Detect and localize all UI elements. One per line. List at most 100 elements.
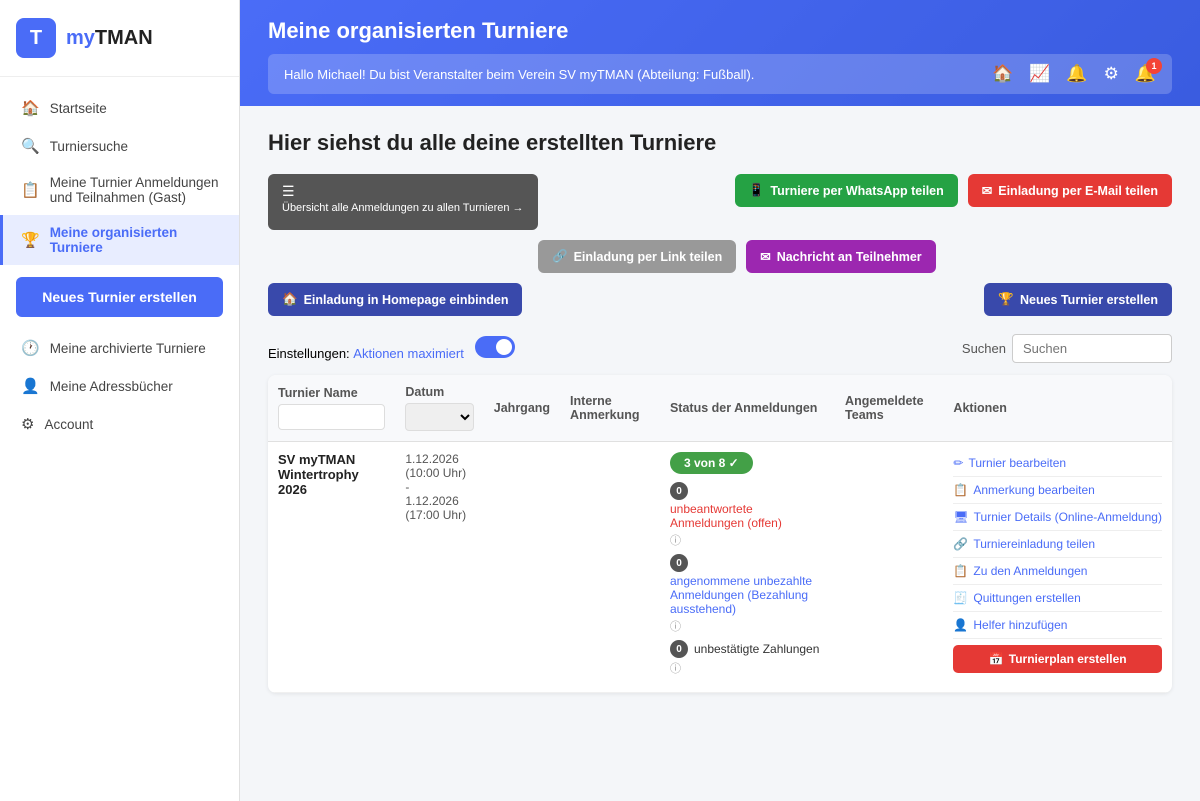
- email-icon: ✉: [982, 183, 992, 198]
- action-turnierplan[interactable]: 📅 Turnierplan erstellen: [953, 645, 1162, 673]
- sidebar-item-turniersuche[interactable]: 🔍 Turniersuche: [0, 127, 239, 165]
- bell-nav-icon[interactable]: 🔔: [1066, 64, 1087, 84]
- sidebar-item-account[interactable]: ⚙ Account: [0, 405, 239, 443]
- sidebar-item-label: Meine Adressbücher: [50, 379, 173, 394]
- col-name: Turnier Name: [268, 375, 395, 442]
- count-3: 0: [670, 640, 688, 658]
- sidebar-item-meine-turniere[interactable]: 🏆 Meine organisierten Turniere: [0, 215, 239, 265]
- gear-icon: ⚙: [21, 415, 34, 433]
- notification-nav-icon[interactable]: 🔔 1: [1135, 64, 1156, 84]
- link-button-label: Einladung per Link teilen: [574, 250, 723, 264]
- info-icon-1[interactable]: ⓘ: [670, 532, 681, 548]
- status-row-2: 0 angenommene unbezahlte Anmeldungen (Be…: [670, 554, 825, 634]
- user-icon: 👤: [21, 377, 40, 395]
- nachricht-icon: ✉: [760, 249, 770, 264]
- action-turnier-details[interactable]: 🖥 Turnier Details (Online-Anmeldung): [953, 506, 1162, 528]
- actions-row-1: ☰ Übersicht alle Anmeldungen zu allen Tu…: [268, 174, 1172, 230]
- cell-jahrgang: [484, 442, 560, 693]
- sidebar-item-label: Turniersuche: [50, 139, 128, 154]
- action-quittungen[interactable]: 🧾 Quittungen erstellen: [953, 587, 1162, 609]
- sidebar-item-adressbuecher[interactable]: 👤 Meine Adressbücher: [0, 367, 239, 405]
- status-row-3: 0 unbestätigte Zahlungen ⓘ: [670, 640, 825, 676]
- name-filter-input[interactable]: [278, 404, 385, 430]
- sidebar: T myTMAN 🏠 Startseite 🔍 Turniersuche 📋 M…: [0, 0, 240, 801]
- new-turnier-sidebar-button[interactable]: Neues Turnier erstellen: [16, 277, 223, 317]
- main-content: Meine organisierten Turniere Hallo Micha…: [240, 0, 1200, 801]
- chart-nav-icon[interactable]: 📈: [1029, 64, 1050, 84]
- header-bar: Hallo Michael! Du bist Veranstalter beim…: [268, 54, 1172, 94]
- action-einladung-teilen[interactable]: 🔗 Turniereinladung teilen: [953, 533, 1162, 555]
- count-1: 0: [670, 482, 688, 500]
- cell-name: SV myTMAN Wintertrophy 2026: [268, 442, 395, 693]
- date-separator: -: [405, 480, 473, 494]
- email-button-label: Einladung per E-Mail teilen: [998, 184, 1158, 198]
- turnier-name: SV myTMAN Wintertrophy 2026: [278, 452, 385, 497]
- sidebar-logo: T myTMAN: [0, 0, 239, 77]
- home-icon: 🏠: [21, 99, 40, 117]
- page-title: Hier siehst du alle deine erstellten Tur…: [268, 130, 1172, 156]
- action-helfer[interactable]: 👤 Helfer hinzufügen: [953, 614, 1162, 636]
- tournaments-table: Turnier Name Datum Jahrgang: [268, 375, 1172, 693]
- table-row: SV myTMAN Wintertrophy 2026 1.12.2026 (1…: [268, 442, 1172, 693]
- sidebar-nav: 🏠 Startseite 🔍 Turniersuche 📋 Meine Turn…: [0, 77, 239, 801]
- link-button[interactable]: 🔗 Einladung per Link teilen: [538, 240, 736, 273]
- logo-icon: T: [16, 18, 56, 58]
- overview-button-label: Übersicht alle Anmeldungen zu allen Turn…: [282, 202, 524, 214]
- status-text-1: unbeantwortete Anmeldungen (offen): [670, 502, 825, 530]
- nachricht-button-label: Nachricht an Teilnehmer: [777, 250, 922, 264]
- teams-badge: 3 von 8 ✓: [670, 452, 753, 474]
- sidebar-item-startseite[interactable]: 🏠 Startseite: [0, 89, 239, 127]
- homepage-icon: 🏠: [282, 292, 298, 307]
- header-title: Meine organisierten Turniere: [268, 18, 1172, 44]
- sidebar-item-label: Meine organisierten Turniere: [50, 225, 221, 255]
- whatsapp-button[interactable]: 📱 Turniere per WhatsApp teilen: [735, 174, 958, 207]
- sidebar-item-archiv[interactable]: 🕐 Meine archivierte Turniere: [0, 329, 239, 367]
- date-from: 1.12.2026 (10:00 Uhr): [405, 452, 473, 480]
- col-anmerkung: Interne Anmerkung: [560, 375, 660, 442]
- datum-filter-select[interactable]: [405, 403, 473, 431]
- search-input[interactable]: [1012, 334, 1172, 363]
- count-2: 0: [670, 554, 688, 572]
- status-text-3: unbestätigte Zahlungen: [694, 642, 819, 656]
- action-zu-anmeldungen[interactable]: 📋 Zu den Anmeldungen: [953, 560, 1162, 582]
- share-icon: 🔗: [953, 537, 968, 551]
- list-icon: ☰: [282, 183, 295, 200]
- status-text-2: angenommene unbezahlte Anmeldungen (Beza…: [670, 574, 825, 616]
- col-datum: Datum: [395, 375, 483, 442]
- sidebar-item-label: Meine archivierte Turniere: [50, 341, 206, 356]
- homepage-button[interactable]: 🏠 Einladung in Homepage einbinden: [268, 283, 522, 316]
- search-label: Suchen: [962, 341, 1006, 356]
- aktionen-toggle[interactable]: [475, 336, 515, 358]
- homepage-button-label: Einladung in Homepage einbinden: [304, 293, 509, 307]
- logo-text: myTMAN: [66, 27, 153, 50]
- whatsapp-button-label: Turniere per WhatsApp teilen: [770, 184, 943, 198]
- settings-nav-icon[interactable]: ⚙: [1104, 64, 1119, 84]
- list-act-icon: 📋: [953, 564, 968, 578]
- sidebar-item-label: Account: [44, 417, 93, 432]
- action-turnier-bearbeiten[interactable]: ✏ Turnier bearbeiten: [953, 452, 1162, 474]
- new-turnier-button-label: Neues Turnier erstellen: [1020, 293, 1158, 307]
- info-icon-2[interactable]: ⓘ: [670, 618, 681, 634]
- link-icon: 🔗: [552, 249, 568, 264]
- col-jahrgang: Jahrgang: [484, 375, 560, 442]
- actions-row-2: 🔗 Einladung per Link teilen ✉ Nachricht …: [268, 240, 1172, 316]
- calendar-icon: 📅: [989, 652, 1004, 666]
- home-nav-icon[interactable]: 🏠: [992, 64, 1013, 84]
- nachricht-button[interactable]: ✉ Nachricht an Teilnehmer: [746, 240, 935, 273]
- sidebar-item-anmeldungen[interactable]: 📋 Meine Turnier Anmeldungen und Teilnahm…: [0, 165, 239, 215]
- cell-status: 3 von 8 ✓ 0 unbeantwortete Anmeldungen (…: [660, 442, 835, 693]
- settings-text: Einstellungen:: [268, 346, 350, 361]
- action-anmerkung-bearbeiten[interactable]: 📋 Anmerkung bearbeiten: [953, 479, 1162, 501]
- header-icons: 🏠 📈 🔔 ⚙ 🔔 1: [992, 64, 1156, 84]
- new-turnier-button[interactable]: 🏆 Neues Turnier erstellen: [984, 283, 1172, 316]
- settings-value: Aktionen maximiert: [353, 346, 464, 361]
- col-teams: Angemeldete Teams: [835, 375, 943, 442]
- col-aktionen: Aktionen: [943, 375, 1172, 442]
- email-button[interactable]: ✉ Einladung per E-Mail teilen: [968, 174, 1172, 207]
- trophy-icon: 🏆: [21, 231, 40, 249]
- overview-button[interactable]: ☰ Übersicht alle Anmeldungen zu allen Tu…: [268, 174, 538, 230]
- search-area: Suchen: [962, 334, 1172, 363]
- user-act-icon: 👤: [953, 618, 968, 632]
- info-icon-3[interactable]: ⓘ: [670, 660, 681, 676]
- search-icon: 🔍: [21, 137, 40, 155]
